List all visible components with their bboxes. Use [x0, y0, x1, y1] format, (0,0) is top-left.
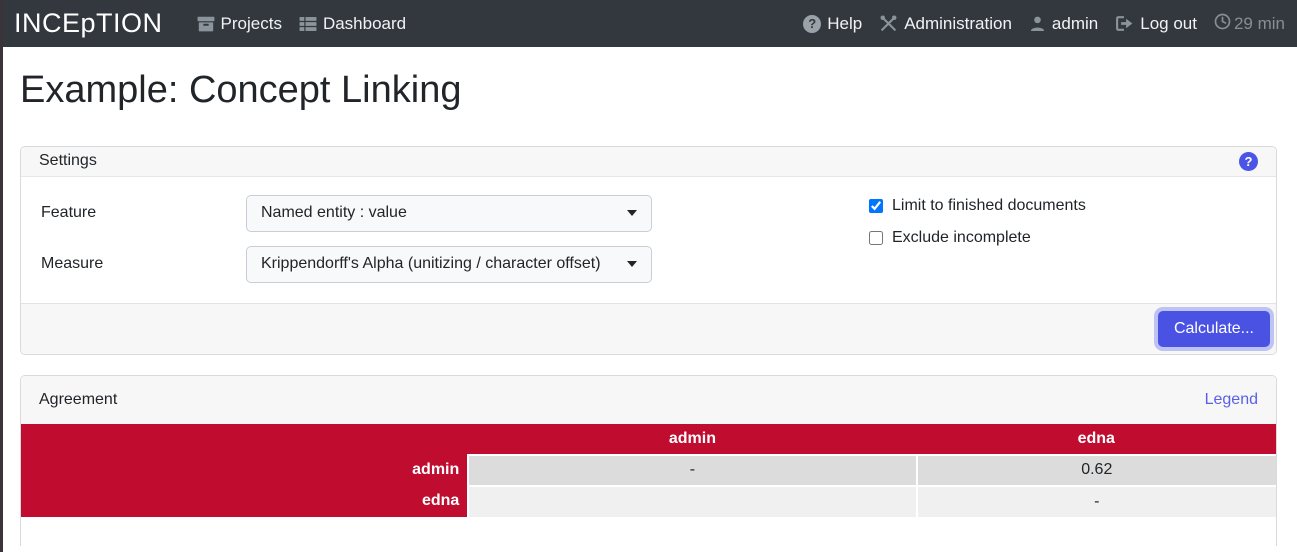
settings-help-icon[interactable]: ? — [1239, 152, 1258, 171]
limit-finished-checkbox-row[interactable]: Limit to finished documents — [869, 197, 1086, 215]
settings-checkboxes: Limit to finished documents Exclude inco… — [869, 197, 1086, 247]
settings-title: Settings — [39, 152, 97, 170]
nav-logout[interactable]: Log out — [1115, 14, 1197, 34]
cell-edna-admin — [468, 486, 916, 517]
nav-left: Projects Dashboard — [197, 14, 407, 34]
agreement-panel-tail — [21, 517, 1276, 546]
cell-edna-edna: - — [917, 486, 1276, 517]
measure-select-value: Krippendorff's Alpha (unitizing / charac… — [261, 255, 619, 273]
cell-admin-admin: - — [468, 455, 916, 486]
nav-right: ? Help Administration admin Log out 29 — [803, 13, 1285, 35]
clock-icon — [1214, 13, 1231, 35]
nav-help-label: Help — [827, 14, 862, 34]
table-header-row: admin edna — [21, 424, 1276, 455]
exclude-incomplete-checkbox[interactable] — [869, 231, 883, 245]
settings-panel-header: Settings ? — [21, 147, 1276, 177]
nav-dashboard-label: Dashboard — [323, 14, 406, 34]
page-title: Example: Concept Linking — [20, 69, 1277, 113]
brand-logo[interactable]: INCEpTION — [14, 8, 163, 39]
nav-projects-label: Projects — [221, 14, 282, 34]
table-row-edna: edna - — [21, 486, 1276, 517]
nav-administration[interactable]: Administration — [879, 14, 1012, 34]
feature-select-value: Named entity : value — [261, 204, 619, 222]
measure-field-row: Measure Krippendorff's Alpha (unitizing … — [41, 246, 1256, 283]
cell-admin-edna: 0.62 — [917, 455, 1276, 486]
tools-icon — [879, 15, 898, 32]
nav-user-label: admin — [1052, 14, 1098, 34]
chevron-down-icon — [627, 261, 637, 267]
agreement-panel: Agreement Legend admin edna admin - 0.62 — [20, 375, 1277, 546]
limit-finished-checkbox[interactable] — [869, 199, 883, 213]
measure-label: Measure — [41, 246, 246, 283]
agreement-title: Agreement — [39, 391, 117, 409]
column-header-edna: edna — [917, 424, 1276, 455]
main-content: Example: Concept Linking Settings ? Feat… — [0, 69, 1297, 546]
table-corner-cell — [21, 424, 468, 455]
column-header-admin: admin — [468, 424, 916, 455]
row-header-edna: edna — [21, 486, 468, 517]
exclude-incomplete-checkbox-row[interactable]: Exclude incomplete — [869, 229, 1086, 247]
dashboard-list-icon — [299, 16, 317, 32]
settings-panel-body: Feature Named entity : value Measure Kri… — [21, 177, 1276, 303]
table-row-admin: admin - 0.62 — [21, 455, 1276, 486]
exclude-incomplete-checkbox-label: Exclude incomplete — [892, 229, 1031, 247]
limit-finished-checkbox-label: Limit to finished documents — [892, 197, 1086, 215]
measure-select[interactable]: Krippendorff's Alpha (unitizing / charac… — [246, 246, 652, 283]
settings-panel: Settings ? Feature Named entity : value … — [20, 146, 1277, 355]
nav-dashboard[interactable]: Dashboard — [299, 14, 406, 34]
nav-administration-label: Administration — [904, 14, 1012, 34]
window-left-edge — [0, 0, 3, 552]
nav-logout-label: Log out — [1140, 14, 1197, 34]
settings-panel-footer: Calculate... — [21, 303, 1276, 354]
nav-help[interactable]: ? Help — [803, 14, 862, 34]
agreement-panel-header: Agreement Legend — [21, 376, 1276, 424]
archive-icon — [197, 16, 215, 32]
calculate-button[interactable]: Calculate... — [1158, 311, 1270, 347]
logout-icon — [1115, 15, 1134, 32]
feature-select[interactable]: Named entity : value — [246, 195, 652, 232]
row-header-admin: admin — [21, 455, 468, 486]
help-circle-icon: ? — [803, 15, 821, 33]
agreement-table: admin edna admin - 0.62 edna - — [21, 424, 1276, 517]
nav-projects[interactable]: Projects — [197, 14, 282, 34]
chevron-down-icon — [627, 210, 637, 216]
nav-user[interactable]: admin — [1029, 14, 1098, 34]
user-icon — [1029, 15, 1046, 32]
feature-label: Feature — [41, 195, 246, 232]
legend-link[interactable]: Legend — [1205, 391, 1258, 409]
session-timer-label: 29 min — [1234, 14, 1285, 34]
top-navbar: INCEpTION Projects Dashboard ? Help Admi… — [0, 0, 1297, 47]
session-timer: 29 min — [1214, 13, 1285, 35]
